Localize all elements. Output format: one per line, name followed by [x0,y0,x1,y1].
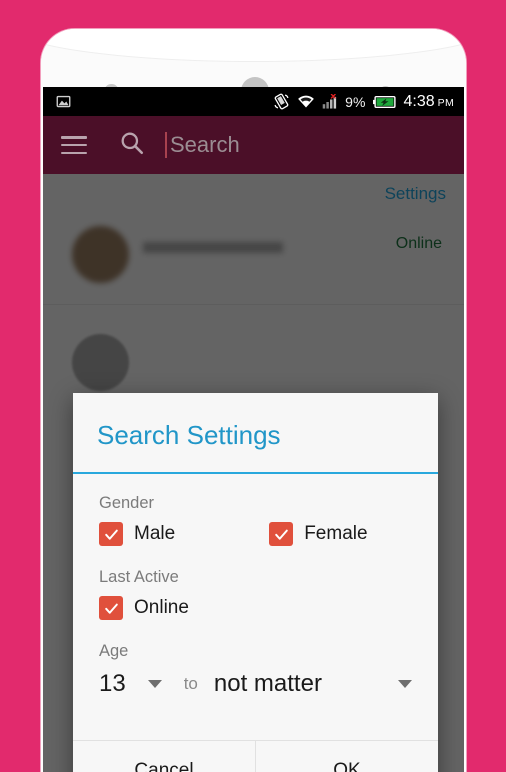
age-range-row: 13 to not matter [99,670,412,698]
search-settings-dialog: Search Settings Gender Male Female Last … [73,393,438,772]
checkbox-checked-icon[interactable] [269,522,294,546]
cancel-button[interactable]: Cancel [73,741,256,772]
screenshot-icon [56,94,71,109]
rotation-lock-icon [273,93,290,110]
hamburger-menu-icon[interactable] [61,136,87,154]
checkbox-checked-icon[interactable] [99,596,123,620]
ok-button[interactable]: OK [256,741,438,772]
age-min-dropdown[interactable]: 13 [99,670,162,698]
status-bar-right-icons: 9% 4:38 PM [273,93,454,111]
gender-section-label: Gender [99,494,155,512]
menu-bar-3 [61,151,87,154]
gender-section: Gender Male Female [99,494,412,546]
checkbox-online-label: Online [134,597,189,618]
search-icon[interactable] [119,130,145,161]
cellular-signal-no-service-icon [322,93,338,110]
text-cursor [165,132,167,158]
clock-meridiem: PM [437,96,454,109]
status-bar-clock: 4:38 PM [404,93,455,111]
menu-bar-2 [61,143,87,147]
app-bar: Search [43,116,464,174]
phone-frame: 9% 4:38 PM Search Search Settings Gender… [41,29,466,772]
age-section-label: Age [99,642,129,660]
gender-options-row: Male Female [99,522,412,546]
checkbox-online[interactable]: Online [99,596,189,620]
checkbox-female-label: Female [304,523,368,544]
menu-bar-1 [61,136,87,139]
pink-backdrop: 9% 4:38 PM Search Search Settings Gender… [0,0,506,772]
checkbox-female[interactable]: Female [269,522,368,546]
age-max-inner: not matter [214,670,412,698]
app-content-behind-dialog: Settings Online Search Settings Gender [43,174,464,772]
clock-time: 4:38 [403,92,435,110]
battery-charging-icon [372,95,397,109]
checkbox-checked-icon[interactable] [99,522,123,546]
checkbox-male-label: Male [134,523,176,544]
last-active-options-row: Online [99,596,412,620]
wifi-icon [297,94,315,109]
dialog-title: Search Settings [97,420,281,450]
last-active-section: Last Active Online [99,568,412,620]
age-max-dropdown[interactable]: not matter [214,670,412,698]
chevron-down-icon[interactable] [147,680,162,688]
bezel-curve [41,29,466,61]
phone-screen: 9% 4:38 PM Search Search Settings Gender… [43,87,464,772]
age-range-separator: to [183,674,198,693]
dialog-action-bar: Cancel OK [73,740,438,772]
age-min-value: 13 [99,670,126,697]
status-bar-left-icons [56,94,71,109]
battery-percent-label: 9% [345,93,366,110]
last-active-section-label: Last Active [99,568,179,586]
age-max-value: not matter [213,670,322,697]
checkbox-male[interactable]: Male [99,522,175,546]
dialog-body: Gender Male Female Last Active Online Ag… [73,474,438,724]
chevron-down-icon[interactable] [398,680,412,688]
search-placeholder-text: Search [170,132,240,157]
age-section: Age 13 to not matter [99,642,412,698]
android-status-bar: 9% 4:38 PM [43,87,464,116]
search-input[interactable]: Search [165,132,240,158]
